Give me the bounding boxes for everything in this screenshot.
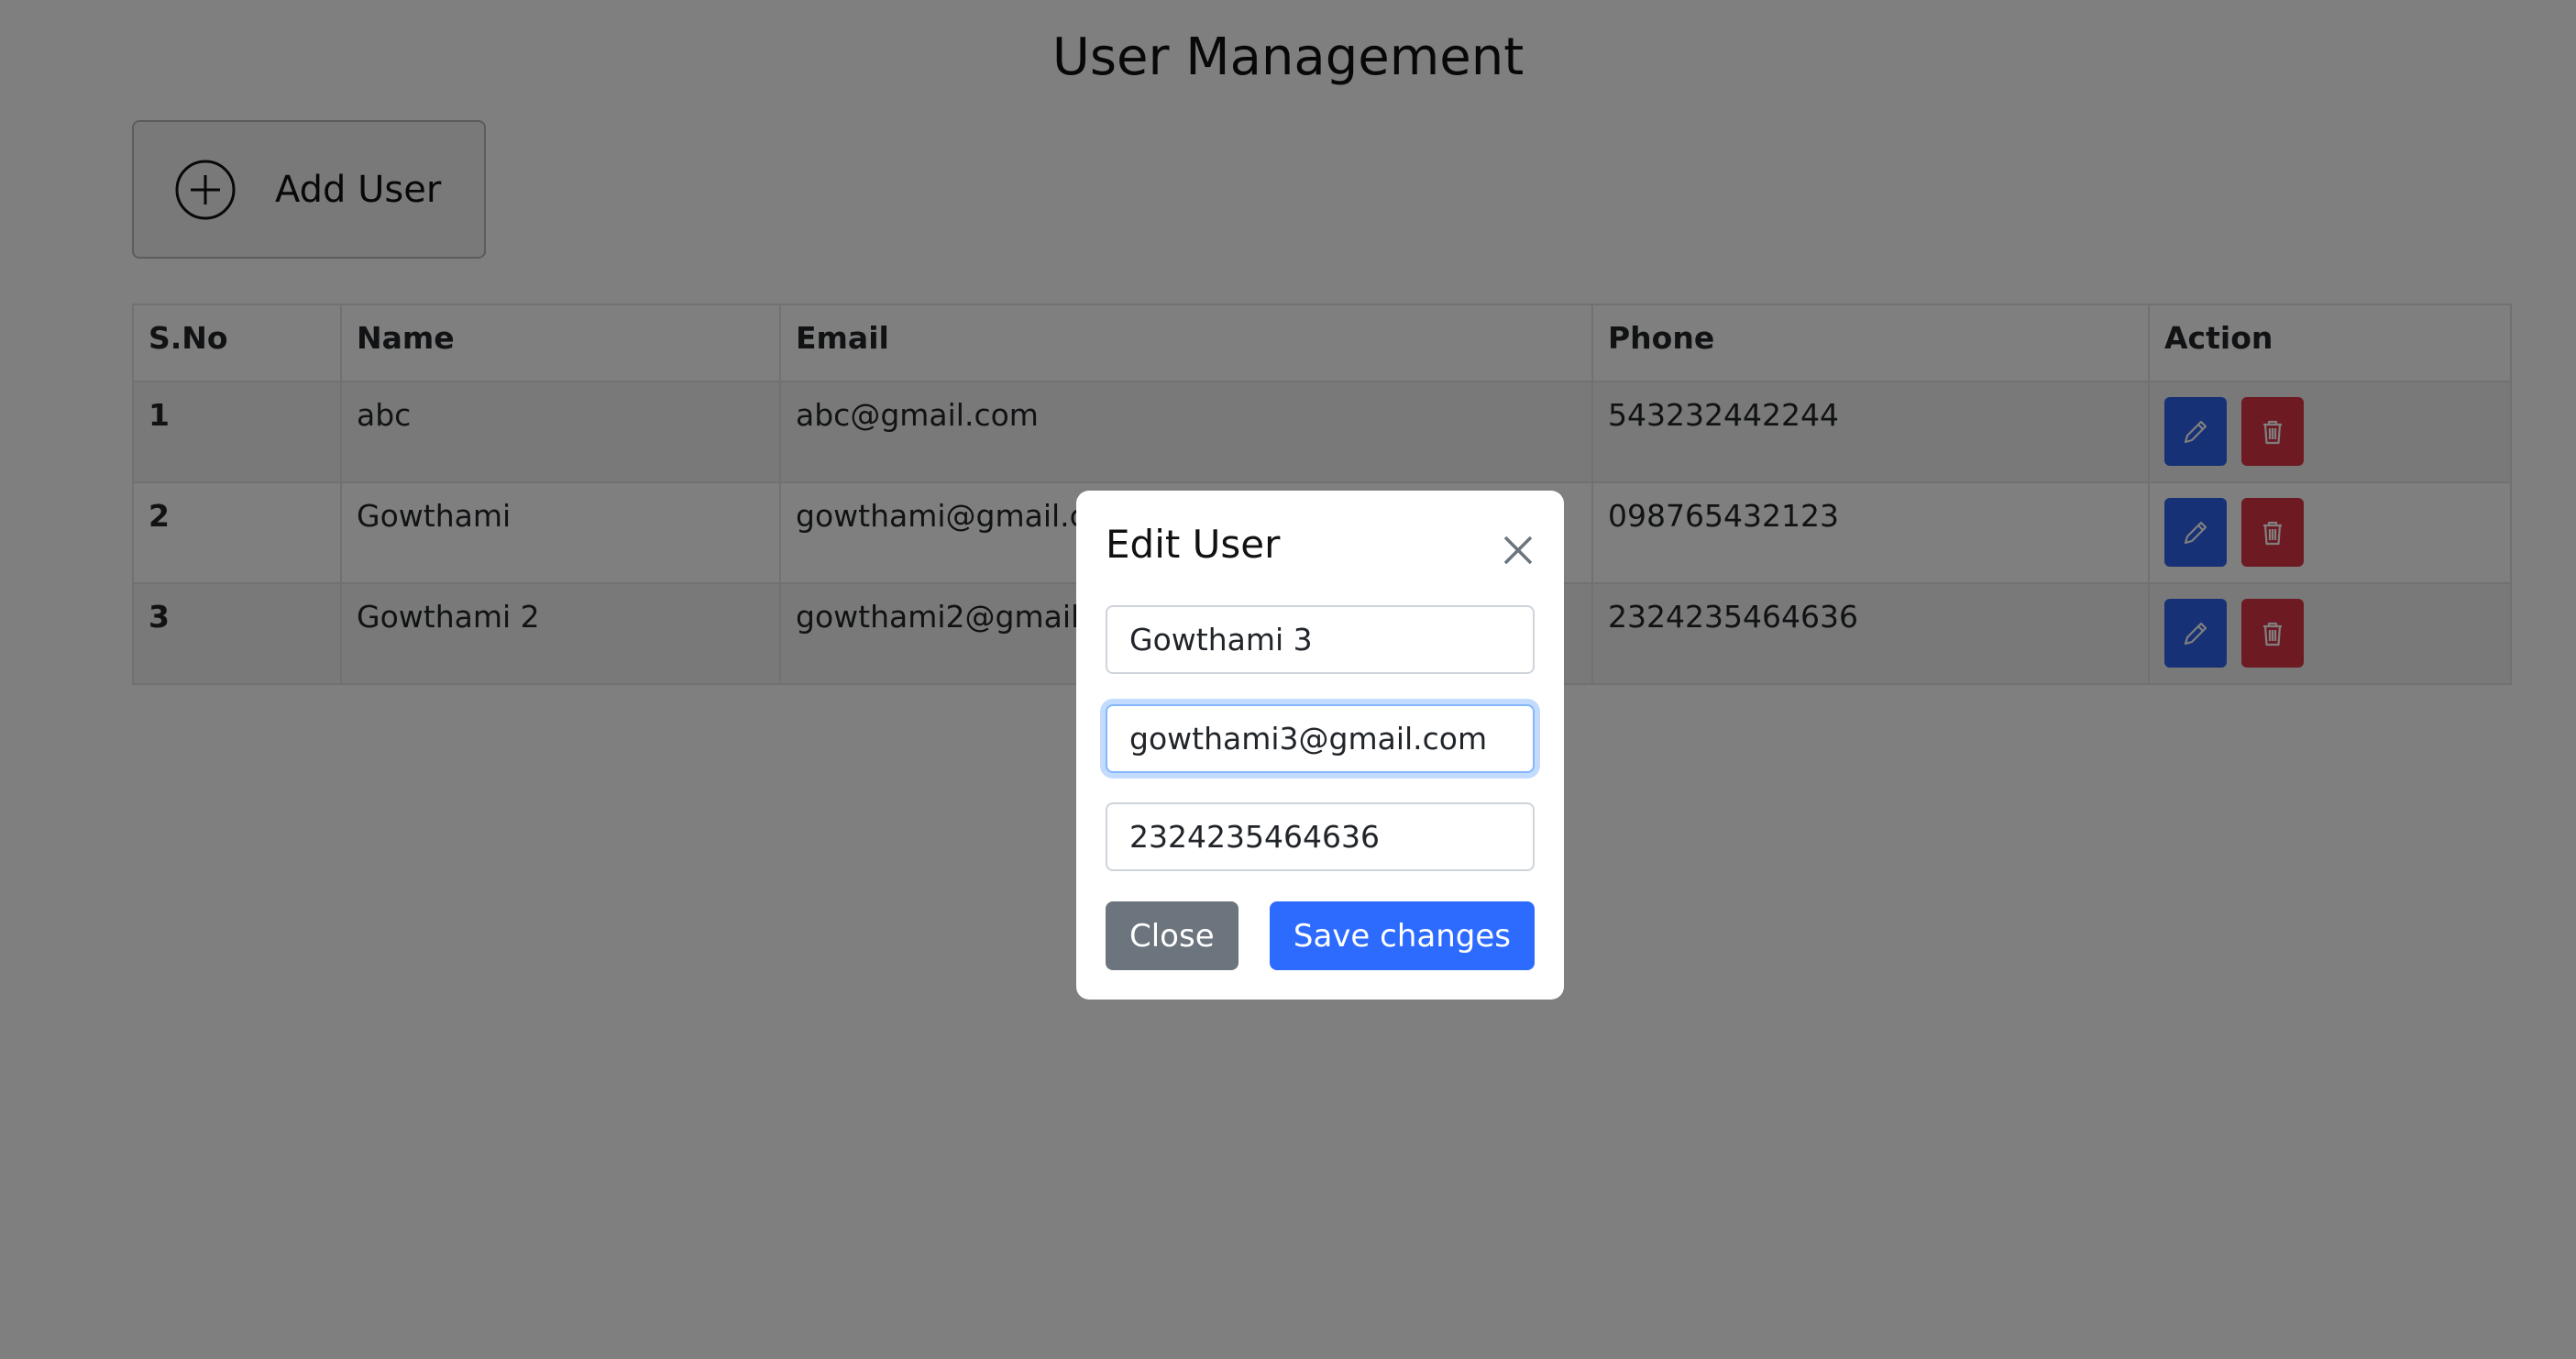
edit-user-modal: Edit User Close Save changes <box>1076 491 1564 1000</box>
page: User Management Add User S.No Name Email… <box>0 0 2576 1359</box>
close-button[interactable]: Close <box>1106 901 1238 970</box>
modal-close-button[interactable] <box>1500 532 1536 569</box>
email-input[interactable] <box>1106 704 1535 773</box>
name-input[interactable] <box>1106 605 1535 674</box>
save-changes-button[interactable]: Save changes <box>1269 901 1535 970</box>
modal-title: Edit User <box>1106 522 1281 567</box>
close-icon <box>1503 536 1533 565</box>
phone-input[interactable] <box>1106 802 1535 871</box>
